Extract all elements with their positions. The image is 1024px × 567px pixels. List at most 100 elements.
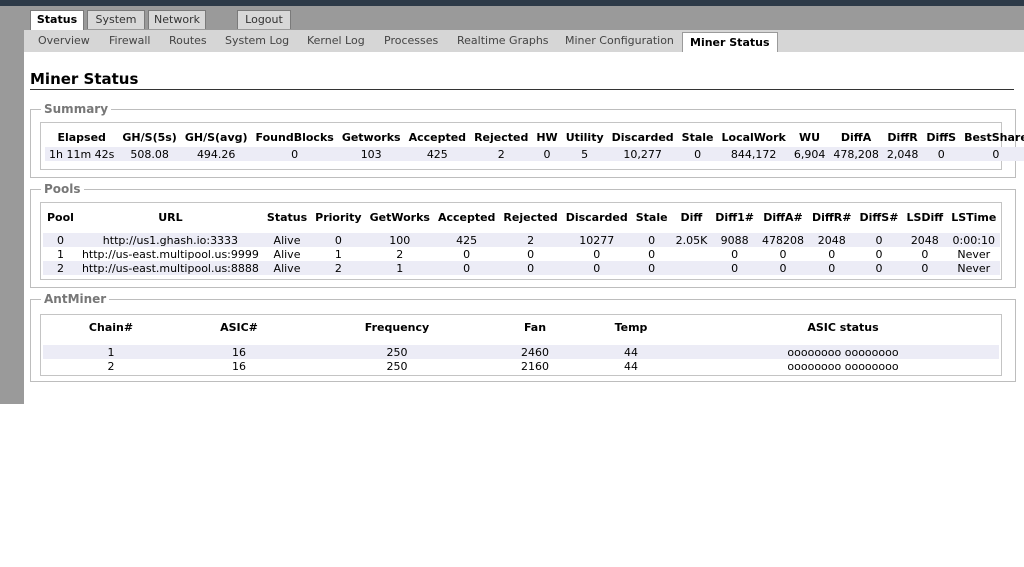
pool-cell: Alive [262, 233, 312, 247]
pools-header: Accepted [437, 210, 496, 224]
summary-header: DiffA [840, 130, 872, 144]
summary-header: Rejected [474, 130, 529, 144]
pool-cell: 478208 [757, 233, 808, 247]
pool-url: http://us-east.multipool.us:8888 [77, 261, 263, 275]
pools-header: Discarded [565, 210, 628, 224]
tab-logout[interactable]: Logout [237, 10, 291, 29]
pool-cell: 0 [463, 247, 471, 261]
subtab-kernel-log[interactable]: Kernel Log [307, 30, 365, 52]
pool-cell: 100 [365, 233, 434, 247]
pools-header: URL [158, 210, 183, 224]
summary-panel: Elapsed GH/S(5s) GH/S(avg) FoundBlocks G… [40, 122, 1024, 170]
antminer-cell: 16 [232, 359, 246, 373]
antminer-cell: 44 [624, 359, 638, 373]
pool-cell: 0:00:10 [947, 233, 1001, 247]
pools-header: Diff [680, 210, 703, 224]
table-row: 2 16 250 2160 44 oooooooo oooooooo [43, 359, 999, 373]
summary-header: Stale [681, 130, 714, 144]
pools-header: DiffR# [811, 210, 852, 224]
content-area: Miner Status Summary Elapsed GH/S(5s) GH… [24, 52, 1024, 404]
summary-cell: 494.26 [180, 147, 252, 161]
pool-cell: 9088 [711, 233, 758, 247]
summary-header: Utility [565, 130, 604, 144]
pool-cell: 0 [711, 261, 758, 275]
table-row: 1 16 250 2460 44 oooooooo oooooooo [43, 345, 999, 359]
pool-cell: 0 [855, 261, 903, 275]
page-title: Miner Status [30, 70, 139, 88]
antminer-cell: 2460 [495, 345, 575, 359]
summary-header: WU [799, 130, 821, 144]
pool-cell: 2 [311, 261, 366, 275]
tab-status[interactable]: Status [30, 10, 84, 32]
title-divider [30, 89, 1014, 90]
pool-cell: 0 [631, 233, 672, 247]
summary-cell: 844,172 [717, 147, 790, 161]
summary-cell: 0 [251, 147, 338, 161]
subtab-firewall[interactable]: Firewall [109, 30, 150, 52]
pools-header: Rejected [503, 210, 558, 224]
summary-header: FoundBlocks [255, 130, 334, 144]
summary-header: LocalWork [721, 130, 786, 144]
pool-cell: 2048 [807, 233, 856, 247]
subtab-realtime-graphs[interactable]: Realtime Graphs [457, 30, 549, 52]
top-tabs: Status System Network Logout [0, 10, 1024, 32]
summary-cell: 2 [470, 147, 533, 161]
summary-header: Accepted [408, 130, 467, 144]
tab-network[interactable]: Network [148, 10, 206, 29]
subtab-miner-configuration[interactable]: Miner Configuration [565, 30, 674, 52]
antminer-cell: 2 [107, 359, 115, 373]
pools-header: LSDiff [906, 210, 944, 224]
pools-header: DiffS# [859, 210, 899, 224]
pool-cell: 1 [334, 247, 342, 261]
summary-header: GH/S(avg) [184, 130, 248, 144]
summary-cell: 478,208 [829, 147, 883, 161]
subtab-overview[interactable]: Overview [38, 30, 90, 52]
antminer-cell: oooooooo oooooooo [687, 345, 999, 359]
subtab-processes[interactable]: Processes [384, 30, 438, 52]
summary-header: BestShare [964, 130, 1024, 144]
summary-cell: 0 [677, 147, 718, 161]
pools-table: Pool URL Status Priority GetWorks Accept… [43, 207, 1001, 275]
summary-header: DiffS [926, 130, 957, 144]
pool-cell: 2 [499, 233, 562, 247]
pools-header: DiffA# [763, 210, 803, 224]
antminer-header: ASIC# [220, 320, 258, 334]
pool-cell: 0 [648, 247, 656, 261]
pool-cell: 0 [779, 247, 787, 261]
pools-header: Pool [47, 210, 74, 224]
summary-cell: 6,904 [789, 147, 830, 161]
summary-header: HW [536, 130, 558, 144]
pool-cell: 0 [875, 247, 883, 261]
pool-cell: 1 [56, 247, 64, 261]
summary-header: DiffR [887, 130, 918, 144]
pool-cell: 0 [527, 247, 535, 261]
summary-header: Discarded [611, 130, 674, 144]
pool-cell: 10277 [561, 233, 632, 247]
pool-cell: 1 [365, 261, 434, 275]
summary-cell: 5 [561, 147, 608, 161]
antminer-cell: 250 [299, 345, 495, 359]
antminer-cell: 1 [43, 345, 179, 359]
subtab-miner-status[interactable]: Miner Status [682, 32, 778, 54]
tab-system[interactable]: System [87, 10, 145, 29]
antminer-cell: oooooooo oooooooo [787, 359, 899, 373]
pools-header-row: Pool URL Status Priority GetWorks Accept… [43, 207, 1000, 227]
pool-cell [672, 247, 712, 261]
summary-cell: 1h 11m 42s [45, 147, 119, 161]
summary-cell: 10,277 [607, 147, 678, 161]
antminer-cell: 16 [179, 345, 299, 359]
antminer-legend: AntMiner [44, 292, 107, 306]
pool-cell: 0 [921, 247, 929, 261]
subtab-system-log[interactable]: System Log [225, 30, 289, 52]
pool-cell: 2 [43, 261, 78, 275]
antminer-header: Frequency [364, 320, 430, 334]
pool-cell: 0 [593, 247, 601, 261]
subtab-routes[interactable]: Routes [169, 30, 207, 52]
summary-cell: 103 [337, 147, 405, 161]
pools-header: LSTime [951, 210, 997, 224]
pool-cell: 0 [757, 261, 808, 275]
pool-cell: 0 [855, 233, 903, 247]
pool-url: http://us1.ghash.io:3333 [77, 233, 263, 247]
summary-cell: 0 [960, 147, 1024, 161]
pools-header: Priority [315, 210, 362, 224]
